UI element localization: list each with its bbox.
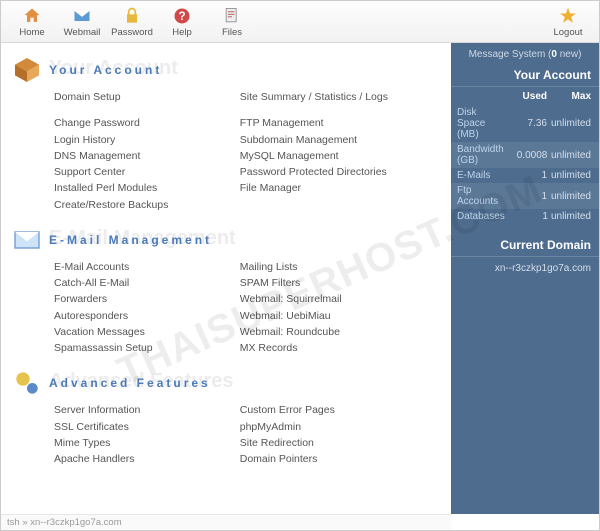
link-item[interactable]: Webmail: Roundcube <box>240 324 426 340</box>
side-title-account: Your Account <box>451 68 599 87</box>
breadcrumb-domain[interactable]: xn--r3czkp1go7a.com <box>30 517 121 528</box>
advanced-icon <box>9 366 45 400</box>
link-item[interactable]: Catch-All E-Mail <box>54 275 240 291</box>
link-item[interactable]: phpMyAdmin <box>240 419 426 435</box>
link-item[interactable]: Apache Handlers <box>54 451 240 467</box>
link-item[interactable]: Mime Types <box>54 435 240 451</box>
link-item[interactable]: Site Summary / Statistics / Logs <box>240 89 426 105</box>
logout-button[interactable]: Logout <box>543 2 593 42</box>
current-domain-value[interactable]: xn--r3czkp1go7a.com <box>451 257 599 274</box>
link-item[interactable]: SSL Certificates <box>54 419 240 435</box>
section-title: E-Mail Management <box>49 233 212 247</box>
toolbar-webmail[interactable]: Webmail <box>57 2 107 42</box>
link-item[interactable]: FTP Management <box>240 115 426 131</box>
link-item[interactable]: Password Protected Directories <box>240 164 426 180</box>
toolbar-label: Help <box>172 27 192 38</box>
breadcrumb-root[interactable]: tsh <box>7 517 20 528</box>
section-title: Your Account <box>49 63 162 77</box>
message-system[interactable]: Message System (0 new) <box>451 49 599 60</box>
link-item[interactable]: Domain Pointers <box>240 451 426 467</box>
mail-icon <box>72 6 92 26</box>
toolbar-label: Files <box>222 27 242 38</box>
link-item[interactable]: Subdomain Management <box>240 132 426 148</box>
toolbar-home[interactable]: Home <box>7 2 57 42</box>
section-advanced: Advanced Features Advanced Features Serv… <box>9 366 441 467</box>
account-icon <box>9 53 45 87</box>
link-item[interactable]: Site Redirection <box>240 435 426 451</box>
link-item[interactable]: Server Information <box>54 402 240 418</box>
link-item[interactable]: DNS Management <box>54 148 240 164</box>
link-item[interactable]: Mailing Lists <box>240 259 426 275</box>
link-item[interactable]: Change Password <box>54 115 240 131</box>
email-icon <box>9 223 45 257</box>
side-title-domain: Current Domain <box>451 238 599 257</box>
link-item[interactable]: Custom Error Pages <box>240 402 426 418</box>
link-item[interactable]: Autoresponders <box>54 308 240 324</box>
link-item[interactable]: SPAM Filters <box>240 275 426 291</box>
usage-row: Bandwidth (GB)0.0008unlimited <box>451 142 599 168</box>
toolbar-password[interactable]: Password <box>107 2 157 42</box>
toolbar-help[interactable]: Help <box>157 2 207 42</box>
star-icon <box>558 6 578 26</box>
usage-label[interactable]: Ftp Accounts <box>457 185 503 207</box>
usage-label[interactable]: Disk Space (MB) <box>457 107 503 140</box>
link-item[interactable]: Vacation Messages <box>54 324 240 340</box>
link-item[interactable]: Forwarders <box>54 291 240 307</box>
toolbar: Home Webmail Password Help Files Logout <box>1 1 599 43</box>
toolbar-label: Webmail <box>64 27 101 38</box>
col-used: Used <box>503 91 547 102</box>
link-item[interactable]: Domain Setup <box>54 89 240 105</box>
toolbar-label: Password <box>111 27 153 38</box>
main-panel: Your Account Your Account Domain SetupCh… <box>1 43 451 514</box>
toolbar-label: Logout <box>553 27 582 38</box>
link-item[interactable]: E-Mail Accounts <box>54 259 240 275</box>
help-icon <box>172 6 192 26</box>
usage-row: E-Mails1unlimited <box>451 168 599 183</box>
usage-row: Ftp Accounts1unlimited <box>451 183 599 209</box>
section-email: E-Mail Management E-Mail Management E-Ma… <box>9 223 441 357</box>
section-title: Advanced Features <box>49 376 211 390</box>
files-icon <box>222 6 242 26</box>
link-item[interactable]: MX Records <box>240 340 426 356</box>
link-item[interactable]: Webmail: UebiMiau <box>240 308 426 324</box>
toolbar-label: Home <box>19 27 44 38</box>
home-icon <box>22 6 42 26</box>
link-item[interactable]: Create/Restore Backups <box>54 197 240 213</box>
breadcrumb: tsh » xn--r3czkp1go7a.com <box>1 514 451 530</box>
usage-label[interactable]: E-Mails <box>457 170 503 181</box>
sidebar: Message System (0 new) Your Account Used… <box>451 43 599 514</box>
link-item[interactable]: Spamassassin Setup <box>54 340 240 356</box>
section-account: Your Account Your Account Domain SetupCh… <box>9 53 441 213</box>
usage-label[interactable]: Databases <box>457 211 505 222</box>
usage-row: Disk Space (MB)7.36unlimited <box>451 105 599 142</box>
lock-icon <box>122 6 142 26</box>
col-max: Max <box>547 91 591 102</box>
link-item[interactable]: Support Center <box>54 164 240 180</box>
link-item[interactable]: MySQL Management <box>240 148 426 164</box>
toolbar-files[interactable]: Files <box>207 2 257 42</box>
usage-label[interactable]: Bandwidth (GB) <box>457 144 504 166</box>
link-item[interactable]: Login History <box>54 132 240 148</box>
link-item[interactable]: File Manager <box>240 180 426 196</box>
link-item[interactable]: Webmail: Squirrelmail <box>240 291 426 307</box>
usage-row: Databases1unlimited <box>451 209 599 224</box>
link-item[interactable]: Installed Perl Modules <box>54 180 240 196</box>
